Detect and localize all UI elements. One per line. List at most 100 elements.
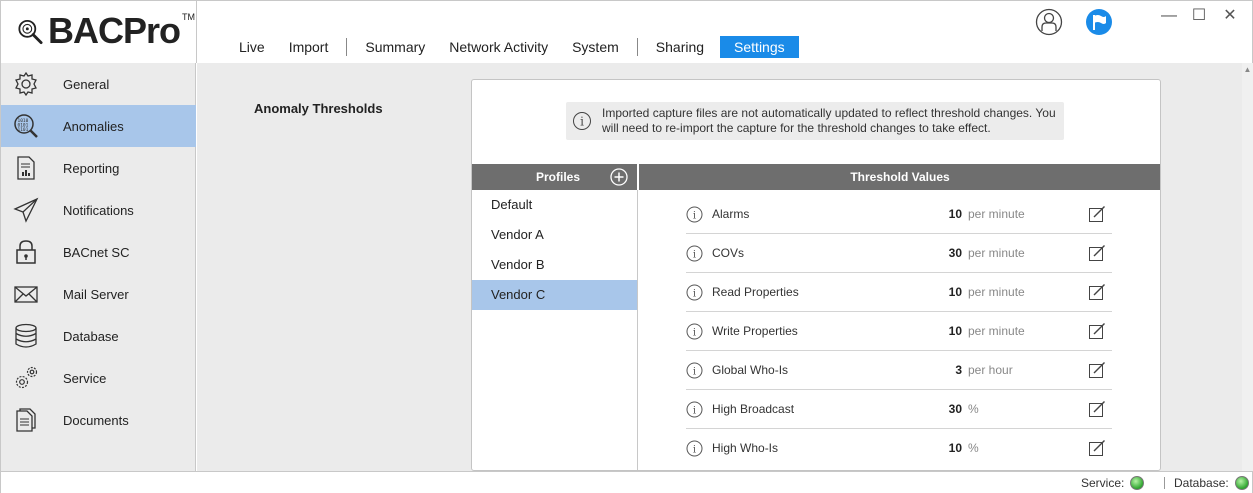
threshold-row-alarms: i Alarms 10 per minute: [686, 195, 1112, 234]
sidebar-item-documents[interactable]: Documents: [1, 399, 196, 441]
edit-icon[interactable]: [1088, 439, 1106, 457]
profile-vendor-c[interactable]: Vendor C: [472, 280, 637, 310]
close-icon[interactable]: ✕: [1215, 5, 1245, 27]
profile-default[interactable]: Default: [472, 190, 637, 220]
sidebar-item-reporting[interactable]: Reporting: [1, 147, 196, 189]
info-icon[interactable]: i: [686, 440, 703, 457]
app-window: BACPro TM Live Import Summary Network Ac…: [0, 0, 1253, 493]
threshold-value: 10: [948, 441, 962, 455]
scroll-up-icon[interactable]: ▲: [1242, 65, 1253, 75]
logo-trademark: TM: [182, 12, 195, 22]
service-status-label: Service:: [1081, 476, 1125, 490]
threshold-value: 10: [948, 207, 962, 221]
svg-text:i: i: [693, 328, 696, 339]
profile-vendor-a[interactable]: Vendor A: [472, 220, 637, 250]
threshold-value: 10: [948, 324, 962, 338]
sidebar-item-label: General: [63, 76, 110, 92]
logo-text: BACPro: [47, 10, 181, 51]
threshold-label: Read Properties: [712, 285, 799, 299]
documents-icon: [16, 408, 36, 432]
tab-bar: Live Import Summary Network Activity Sys…: [227, 35, 799, 59]
status-bar: Service: Database:: [1, 471, 1252, 493]
svg-text:i: i: [580, 115, 584, 129]
threshold-row-high-broadcast: i High Broadcast 30 %: [686, 390, 1112, 429]
edit-icon[interactable]: [1088, 244, 1106, 262]
threshold-unit: per minute: [968, 324, 1025, 338]
tab-separator: [346, 38, 348, 56]
header: BACPro TM Live Import Summary Network Ac…: [1, 1, 1252, 63]
flag-icon[interactable]: [1085, 8, 1113, 36]
sidebar-item-general[interactable]: General: [1, 63, 196, 105]
threshold-row-global-who-is: i Global Who-Is 3 per hour: [686, 351, 1112, 390]
service-status: Service:: [1081, 476, 1145, 490]
threshold-values-header: Threshold Values: [639, 164, 1160, 190]
info-icon[interactable]: i: [686, 323, 703, 340]
service-status-indicator: [1130, 476, 1145, 490]
threshold-label: High Broadcast: [712, 402, 795, 416]
tab-live[interactable]: Live: [227, 36, 277, 58]
database-icon: [15, 323, 37, 348]
info-icon[interactable]: i: [686, 284, 703, 301]
sidebar-item-bacnet-sc[interactable]: BACnet SC: [1, 231, 196, 273]
tab-import[interactable]: Import: [277, 36, 341, 58]
status-separator: [1164, 477, 1165, 489]
info-icon[interactable]: i: [686, 206, 703, 223]
profile-vendor-b[interactable]: Vendor B: [472, 250, 637, 280]
vertical-scrollbar[interactable]: ▲: [1242, 63, 1253, 471]
database-status-indicator: [1234, 476, 1249, 490]
minimize-icon[interactable]: —: [1154, 5, 1184, 27]
info-text: Imported capture files are not automatic…: [602, 106, 1056, 135]
threshold-value: 30: [948, 402, 962, 416]
lock-icon: [16, 240, 36, 264]
binary-magnifier-icon: 1010 0101 1101: [14, 114, 38, 138]
svg-text:1101: 1101: [18, 127, 29, 133]
sidebar-item-notifications[interactable]: Notifications: [1, 189, 196, 231]
sidebar-item-label: Database: [63, 328, 119, 344]
database-status: Database:: [1174, 476, 1249, 490]
tab-settings[interactable]: Settings: [720, 36, 799, 58]
add-profile-icon[interactable]: [610, 168, 628, 186]
sidebar-item-database[interactable]: Database: [1, 315, 196, 357]
threshold-unit: per hour: [968, 363, 1013, 377]
svg-text:i: i: [693, 289, 696, 300]
info-icon[interactable]: i: [686, 362, 703, 379]
database-status-label: Database:: [1174, 476, 1229, 490]
sidebar-item-label: Reporting: [63, 160, 120, 176]
info-icon[interactable]: i: [686, 401, 703, 418]
tab-system[interactable]: System: [560, 36, 631, 58]
edit-icon[interactable]: [1088, 322, 1106, 340]
main-content: Anomaly Thresholds i Imported capture fi…: [197, 63, 1242, 471]
threshold-row-write-properties: i Write Properties 10 per minute: [686, 312, 1112, 351]
edit-icon[interactable]: [1088, 283, 1106, 301]
sidebar-item-anomalies[interactable]: 1010 0101 1101 Anomalies: [1, 105, 196, 147]
sidebar-item-service[interactable]: Service: [1, 357, 196, 399]
threshold-row-covs: i COVs 30 per minute: [686, 234, 1112, 273]
threshold-label: High Who-Is: [712, 441, 779, 455]
profiles-header-label: Profiles: [536, 170, 581, 184]
tab-sharing[interactable]: Sharing: [644, 36, 716, 58]
sidebar-item-label: Notifications: [63, 202, 134, 218]
user-icon[interactable]: [1035, 8, 1063, 36]
threshold-unit: %: [968, 441, 979, 455]
info-icon[interactable]: i: [686, 245, 703, 262]
paper-plane-icon: [13, 197, 39, 223]
logo-icon: [18, 19, 43, 45]
threshold-row-high-who-is: i High Who-Is 10 %: [686, 429, 1112, 468]
tab-summary[interactable]: Summary: [353, 36, 437, 58]
svg-text:i: i: [693, 406, 696, 417]
maximize-icon[interactable]: ☐: [1184, 5, 1214, 27]
tab-network-activity[interactable]: Network Activity: [437, 36, 560, 58]
svg-text:i: i: [693, 367, 696, 378]
threshold-value: 10: [948, 285, 962, 299]
threshold-label: Alarms: [712, 207, 750, 221]
sidebar-item-label: Service: [63, 370, 107, 386]
info-notice: i Imported capture files are not automat…: [566, 102, 1064, 140]
gear-icon: [15, 71, 37, 97]
edit-icon[interactable]: [1088, 400, 1106, 418]
threshold-label: COVs: [712, 246, 745, 260]
sidebar: General 1010 0101 1101 Anomalies Reporti…: [1, 63, 196, 471]
sidebar-item-mail-server[interactable]: Mail Server: [1, 273, 196, 315]
threshold-unit: per minute: [968, 285, 1025, 299]
edit-icon[interactable]: [1088, 205, 1106, 223]
edit-icon[interactable]: [1088, 361, 1106, 379]
